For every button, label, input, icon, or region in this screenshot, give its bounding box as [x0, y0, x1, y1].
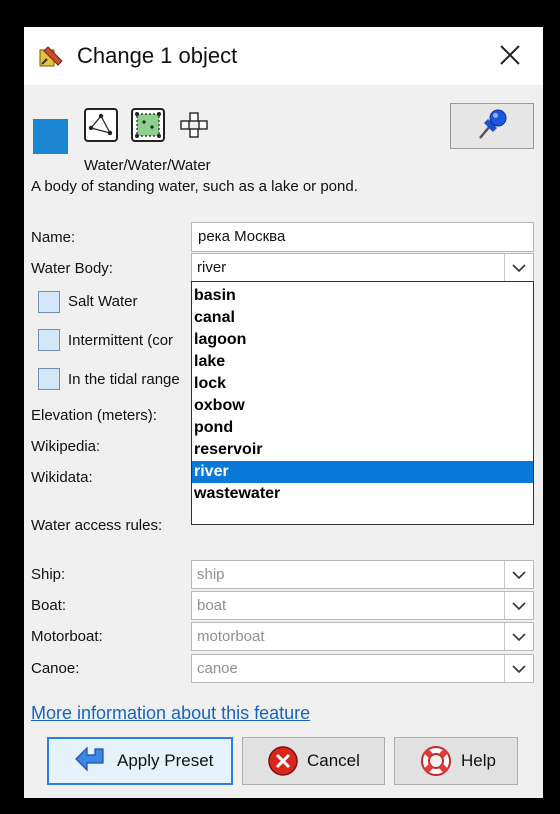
apply-preset-label: Apply Preset — [117, 751, 214, 770]
option-canal[interactable]: canal — [192, 307, 533, 329]
preset-path: Water/Water/Water — [84, 157, 211, 174]
ship-label: Ship: — [31, 566, 66, 583]
ship-combo[interactable]: ship — [191, 560, 534, 589]
wikidata-label: Wikidata: — [31, 469, 93, 486]
chevron-down-icon[interactable] — [504, 561, 533, 588]
help-button[interactable]: Help — [394, 737, 518, 785]
elevation-label: Elevation (meters): — [31, 407, 157, 424]
help-label: Help — [461, 751, 496, 770]
option-lagoon[interactable]: lagoon — [192, 329, 533, 351]
chevron-down-icon[interactable] — [504, 254, 533, 281]
canoe-label: Canoe: — [31, 660, 80, 677]
water-body-dropdown-list[interactable]: basin canal lagoon lake lock oxbow pond … — [191, 281, 534, 525]
apply-preset-button[interactable]: Apply Preset — [47, 737, 233, 785]
more-information-link[interactable]: More information about this feature — [31, 703, 310, 724]
pushpin-icon — [474, 106, 510, 147]
option-lake[interactable]: lake — [192, 351, 533, 373]
cancel-label: Cancel — [307, 751, 360, 770]
motorboat-label: Motorboat: — [31, 628, 103, 645]
salt-water-label: Salt Water — [68, 293, 138, 310]
intermittent-label: Intermittent (cor — [68, 332, 174, 349]
salt-water-checkbox[interactable] — [38, 291, 60, 313]
option-lock[interactable]: lock — [192, 373, 533, 395]
option-river[interactable]: river — [192, 461, 533, 483]
change-object-dialog: Change 1 object Water/Water/Water A body… — [24, 27, 543, 798]
option-pond[interactable]: pond — [192, 417, 533, 439]
water-body-label: Water Body: — [31, 260, 113, 277]
intermittent-checkbox[interactable] — [38, 329, 60, 351]
name-label: Name: — [31, 229, 76, 246]
dialog-title: Change 1 object — [77, 43, 238, 68]
motorboat-value: motorboat — [197, 628, 265, 645]
josm-app-icon — [38, 44, 64, 70]
close-button[interactable] — [490, 39, 530, 75]
boat-label: Boat: — [31, 597, 67, 614]
ship-value: ship — [197, 566, 225, 583]
boat-combo[interactable]: boat — [191, 591, 534, 620]
title-bar: Change 1 object — [24, 27, 543, 85]
pin-toolbar-button[interactable] — [450, 103, 534, 149]
option-wastewater[interactable]: wastewater — [192, 483, 533, 505]
cancel-icon — [267, 745, 299, 777]
motorboat-combo[interactable]: motorboat — [191, 622, 534, 651]
water-body-value: river — [197, 259, 227, 276]
relation-geometry-icon — [177, 109, 211, 148]
canoe-value: canoe — [197, 660, 238, 677]
canoe-combo[interactable]: canoe — [191, 654, 534, 683]
tidal-checkbox[interactable] — [38, 368, 60, 390]
option-basin[interactable]: basin — [192, 285, 533, 307]
boat-value: boat — [197, 597, 227, 614]
node-geometry-icon — [84, 108, 118, 142]
option-oxbow[interactable]: oxbow — [192, 395, 533, 417]
chevron-down-icon[interactable] — [504, 655, 533, 682]
tidal-label: In the tidal range — [68, 371, 180, 388]
wikipedia-label: Wikipedia: — [31, 438, 101, 455]
lifebuoy-icon — [419, 744, 453, 778]
chevron-down-icon[interactable] — [504, 623, 533, 650]
option-reservoir[interactable]: reservoir — [192, 439, 533, 461]
name-input[interactable]: река Москва — [191, 222, 534, 252]
apply-arrow-icon — [73, 746, 109, 776]
close-icon — [499, 44, 521, 71]
water-access-label: Water access rules: — [31, 517, 163, 534]
preset-color-swatch — [33, 119, 68, 154]
chevron-down-icon[interactable] — [504, 592, 533, 619]
water-body-combo[interactable]: river — [191, 253, 534, 282]
area-geometry-icon — [131, 108, 165, 142]
cancel-button[interactable]: Cancel — [242, 737, 385, 785]
preset-description: A body of standing water, such as a lake… — [31, 178, 358, 195]
